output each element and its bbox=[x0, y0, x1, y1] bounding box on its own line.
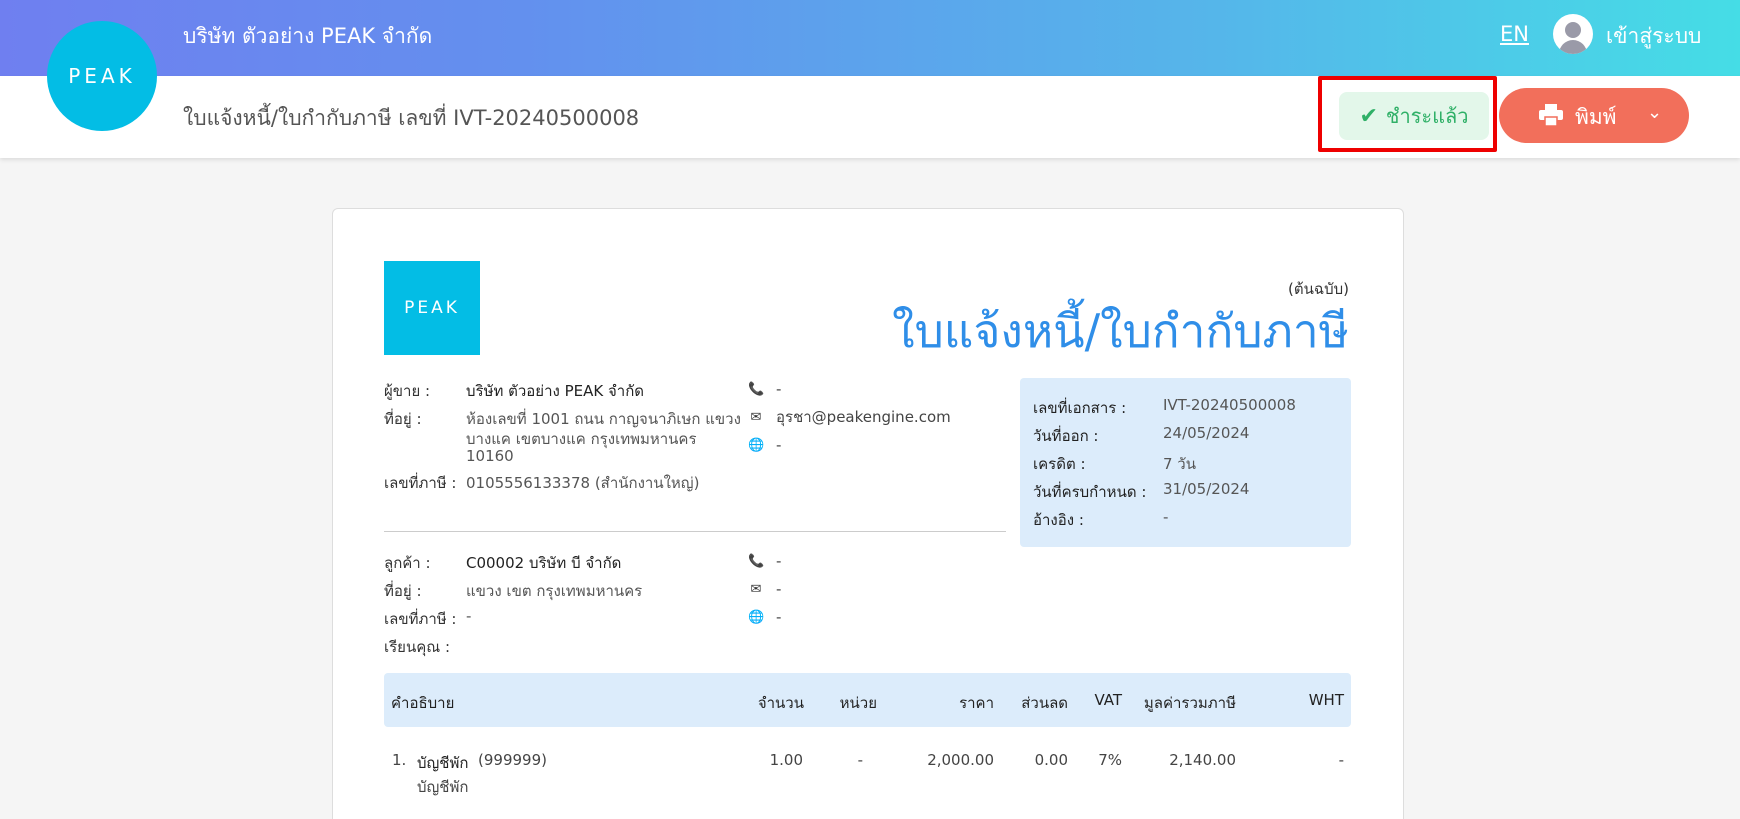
doc-no-label: เลขที่เอกสาร : bbox=[1033, 399, 1127, 417]
login-link[interactable]: เข้าสู่ระบบ bbox=[1606, 20, 1701, 53]
seller-tax-label: เลขที่ภาษี : bbox=[384, 474, 457, 492]
seller-label: ผู้ขาย : bbox=[384, 382, 431, 400]
header-price: ราคา bbox=[959, 694, 994, 712]
seller-phone: - bbox=[776, 380, 782, 398]
item-subtext: บัญชีพัก bbox=[417, 778, 469, 796]
item-vat: 7% bbox=[1098, 751, 1122, 769]
email-icon: ✉ bbox=[750, 409, 762, 425]
customer-website: - bbox=[776, 608, 782, 626]
print-label: พิมพ์ bbox=[1575, 105, 1617, 129]
header-total: มูลค่ารวมภาษี bbox=[1143, 694, 1236, 712]
customer-label: ลูกค้า : bbox=[384, 554, 431, 572]
email-icon: ✉ bbox=[750, 581, 762, 597]
seller-name: บริษัท ตัวอย่าง PEAK จำกัด bbox=[466, 382, 645, 400]
row-number: 1. bbox=[392, 751, 407, 769]
document-logo: PEAK bbox=[384, 261, 480, 355]
item-code: (999999) bbox=[478, 751, 547, 769]
due-date: 31/05/2024 bbox=[1163, 480, 1250, 498]
item-total: 2,140.00 bbox=[1169, 751, 1236, 769]
seller-address-line3: 10160 bbox=[466, 447, 514, 465]
header-wht: WHT bbox=[1308, 691, 1344, 709]
header-unit: หน่วย bbox=[839, 694, 877, 712]
customer-name: C00002 บริษัท บี จำกัด bbox=[466, 554, 622, 572]
printer-icon bbox=[1539, 104, 1563, 126]
item-discount: 0.00 bbox=[1034, 751, 1068, 769]
item-price: 2,000.00 bbox=[927, 751, 994, 769]
issue-date-label: วันที่ออก : bbox=[1033, 427, 1099, 445]
paid-label: ชำระแล้ว bbox=[1385, 104, 1469, 128]
doc-no: IVT-20240500008 bbox=[1163, 396, 1296, 414]
customer-tax-label: เลขที่ภาษี : bbox=[384, 610, 457, 628]
peak-logo[interactable]: PEAK bbox=[47, 21, 157, 131]
customer-phone: - bbox=[776, 552, 782, 570]
document-title: ใบแจ้งหนี้/ใบกำกับภาษี เลขที่ IVT-202405… bbox=[183, 106, 640, 130]
item-name: บัญชีพัก bbox=[417, 754, 469, 772]
header-quantity: จำนวน bbox=[757, 694, 804, 712]
header-description: คำอธิบาย bbox=[391, 694, 455, 712]
items-table-header: คำอธิบาย จำนวน หน่วย ราคา ส่วนลด VAT มูล… bbox=[384, 673, 1351, 727]
paid-status-button[interactable]: ✔ ชำระแล้ว bbox=[1339, 92, 1489, 140]
item-quantity: 1.00 bbox=[769, 751, 803, 769]
globe-icon: 🌐 bbox=[748, 609, 765, 625]
phone-icon: 📞 bbox=[748, 381, 765, 397]
section-divider bbox=[384, 531, 1006, 532]
item-wht: - bbox=[1338, 751, 1344, 769]
seller-tax-id: 0105556133378 (สำนักงานใหญ่) bbox=[466, 474, 700, 492]
top-bar: บริษัท ตัวอย่าง PEAK จำกัด EN เข้าสู่ระบ… bbox=[0, 0, 1740, 76]
header-discount: ส่วนลด bbox=[1021, 694, 1068, 712]
customer-attn-label: เรียนคุณ : bbox=[384, 638, 450, 656]
customer-contact: 📞 - ✉ - 🌐 - bbox=[748, 547, 781, 631]
user-avatar-icon[interactable] bbox=[1553, 14, 1593, 54]
check-icon: ✔ bbox=[1359, 103, 1378, 129]
phone-icon: 📞 bbox=[748, 553, 765, 569]
chevron-down-icon[interactable]: ⌄ bbox=[1647, 102, 1662, 123]
seller-website: - bbox=[776, 436, 782, 454]
table-row: 1. บัญชีพัก (999999) บัญชีพัก 1.00 - 2,0… bbox=[384, 727, 1351, 807]
customer-address-label: ที่อยู่ : bbox=[384, 582, 422, 600]
due-date-label: วันที่ครบกำหนด : bbox=[1033, 483, 1147, 501]
print-button[interactable]: พิมพ์ ⌄ bbox=[1499, 88, 1689, 143]
header-vat: VAT bbox=[1094, 691, 1122, 709]
customer-tax-id: - bbox=[466, 607, 472, 625]
credit: 7 วัน bbox=[1163, 455, 1196, 473]
credit-label: เครดิต : bbox=[1033, 455, 1086, 473]
reference: - bbox=[1163, 508, 1169, 526]
customer-address: แขวง เขต กรุงเทพมหานคร bbox=[466, 582, 643, 600]
seller-email: อุรชา@peakengine.com bbox=[776, 408, 951, 426]
document-info-panel: เลขที่เอกสาร : IVT-20240500008 วันที่ออก … bbox=[1020, 378, 1351, 547]
invoice-document: PEAK (ต้นฉบับ) ใบแจ้งหนี้/ใบกำกับภาษี ผู… bbox=[332, 208, 1404, 819]
globe-icon: 🌐 bbox=[748, 437, 765, 453]
language-switch-link[interactable]: EN bbox=[1500, 22, 1529, 46]
customer-info: ลูกค้า : C00002 บริษัท บี จำกัด ที่อยู่ :… bbox=[384, 551, 642, 663]
item-unit: - bbox=[857, 751, 863, 769]
reference-label: อ้างอิง : bbox=[1033, 511, 1084, 529]
invoice-title: ใบแจ้งหนี้/ใบกำกับภาษี bbox=[892, 304, 1349, 358]
seller-contact: 📞 - ✉ อุรชา@peakengine.com 🌐 - bbox=[748, 375, 951, 459]
seller-address-label: ที่อยู่ : bbox=[384, 410, 422, 428]
company-name: บริษัท ตัวอย่าง PEAK จำกัด bbox=[183, 24, 433, 48]
seller-info: ผู้ขาย : บริษัท ตัวอย่าง PEAK จำกัด ที่อย… bbox=[384, 379, 741, 499]
customer-email: - bbox=[776, 580, 782, 598]
issue-date: 24/05/2024 bbox=[1163, 424, 1250, 442]
